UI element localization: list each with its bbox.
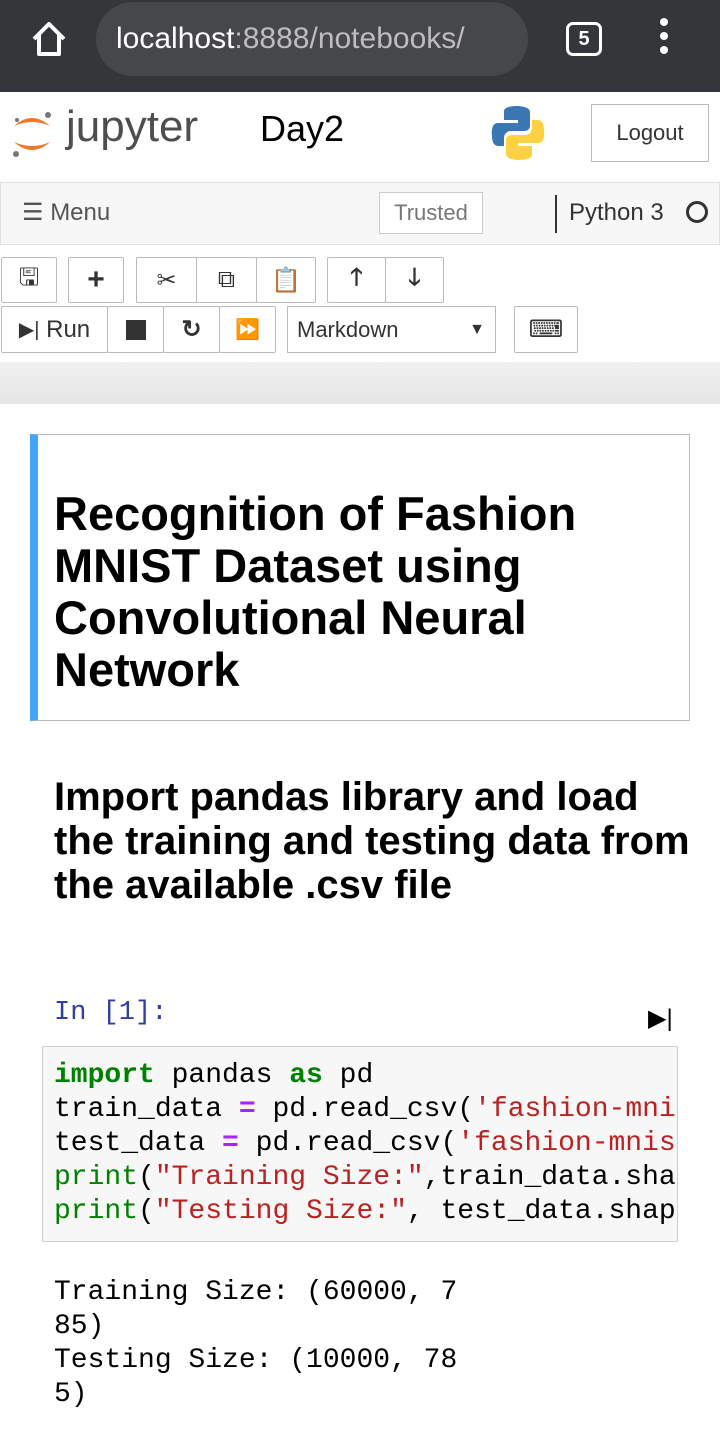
move-down-button[interactable]: 🡓 (385, 257, 444, 303)
jupyter-logo-icon (13, 112, 51, 157)
code-token: ,train_data.sha (423, 1162, 676, 1193)
kernel-idle-icon (686, 201, 708, 223)
move-up-button[interactable]: 🡑 (327, 257, 386, 303)
home-icon[interactable] (30, 20, 68, 58)
hamburger-icon: ☰ (22, 199, 44, 226)
run-cell-icon[interactable]: ▶| (648, 1004, 673, 1033)
fast-forward-icon: ⏩ (235, 319, 260, 341)
arrow-down-icon: 🡓 (408, 263, 421, 291)
output-line: Training Size: (60000, 7 (54, 1277, 458, 1308)
run-button[interactable]: ▶| Run (1, 306, 108, 353)
code-token: pd (322, 1060, 374, 1091)
cut-button[interactable]: ✂ (136, 257, 197, 303)
output-line: 5) (54, 1379, 88, 1410)
menu-button[interactable]: ☰ Menu (22, 198, 110, 227)
trusted-badge[interactable]: Trusted (379, 192, 483, 234)
stop-icon (125, 319, 146, 340)
code-token: , test_data.shap (406, 1196, 676, 1227)
code-line: test_data = pd.read_csv('fashion-mnis (54, 1127, 677, 1161)
step-forward-icon: ▶| (18, 319, 40, 341)
url-path: :8888/notebooks/ (234, 22, 465, 55)
kebab-menu-icon[interactable] (654, 18, 674, 58)
python-logo-icon (491, 106, 545, 160)
cell-type-value: Markdown (297, 317, 399, 342)
jupyter-logo-text[interactable]: jupyter (66, 102, 198, 152)
cell-output: Training Size: (60000, 7 85) Testing Size:… (54, 1276, 457, 1412)
code-line: import pandas as pd (54, 1059, 677, 1093)
output-line: Testing Size: (10000, 78 (54, 1345, 458, 1376)
logout-button[interactable]: Logout (591, 104, 709, 162)
command-palette-button[interactable]: ⌨ (514, 306, 578, 353)
code-token: "Training Size:" (154, 1162, 424, 1193)
code-token: print (54, 1196, 139, 1227)
cell-type-select[interactable]: Markdown ▼ (287, 306, 496, 353)
code-line: print("Testing Size:", test_data.shap (54, 1195, 677, 1229)
code-token: = (238, 1094, 256, 1125)
interrupt-button[interactable] (107, 306, 164, 353)
run-all-button[interactable]: ⏩ (219, 306, 276, 353)
kernel-name[interactable]: Python 3 (555, 195, 664, 233)
code-token: print (54, 1162, 139, 1193)
restart-button[interactable]: ↻ (163, 306, 220, 353)
code-token: as (289, 1060, 323, 1091)
copy-button[interactable]: ⧉ (196, 257, 257, 303)
code-input[interactable]: import pandas as pd train_data = pd.read_… (42, 1046, 678, 1242)
notebook-name[interactable]: Day2 (260, 108, 344, 150)
output-line: 85) (54, 1311, 105, 1342)
toolbar-shadow (0, 362, 720, 404)
arrow-up-icon: 🡑 (350, 263, 363, 291)
code-token: pandas (154, 1060, 290, 1091)
section-heading: Import pandas library and load the train… (54, 775, 690, 907)
keyboard-icon: ⌨ (528, 316, 564, 343)
redo-icon: ↻ (181, 316, 202, 343)
copy-icon: ⧉ (217, 266, 236, 293)
run-label: Run (46, 315, 91, 343)
url-bar[interactable]: localhost:8888/notebooks/ (96, 2, 528, 76)
code-token: "Testing Size:" (154, 1196, 407, 1227)
plus-icon: + (87, 263, 105, 296)
url-host: localhost (116, 22, 235, 55)
code-token: import (54, 1060, 155, 1091)
scissors-icon: ✂ (156, 266, 177, 294)
code-token: = (222, 1128, 239, 1159)
save-icon: 🖫 (18, 263, 40, 291)
code-line: train_data = pd.read_csv('fashion-mni (54, 1093, 677, 1127)
code-token: ( (138, 1196, 155, 1227)
dropdown-arrow-icon: ▼ (469, 321, 485, 338)
code-token: pd.read_csv( (255, 1094, 475, 1125)
code-token: ( (138, 1162, 155, 1193)
code-token: pd.read_csv( (238, 1128, 458, 1159)
code-token: test_data (54, 1128, 223, 1159)
code-token: train_data (54, 1094, 239, 1125)
code-token: 'fashion-mnis (457, 1128, 676, 1159)
code-line: print("Training Size:",train_data.sha (54, 1161, 677, 1195)
tabs-icon[interactable]: 5 (566, 22, 602, 56)
save-button[interactable]: 🖫 (1, 257, 57, 303)
input-prompt: In [1]: (54, 998, 168, 1028)
code-token: 'fashion-mni (474, 1094, 676, 1125)
notebook-title-heading: Recognition of Fashion MNIST Dataset usi… (54, 487, 577, 696)
paste-button[interactable]: 📋 (256, 257, 316, 303)
menu-label: Menu (50, 199, 111, 226)
insert-cell-button[interactable]: + (68, 257, 124, 303)
paste-icon: 📋 (271, 266, 301, 294)
